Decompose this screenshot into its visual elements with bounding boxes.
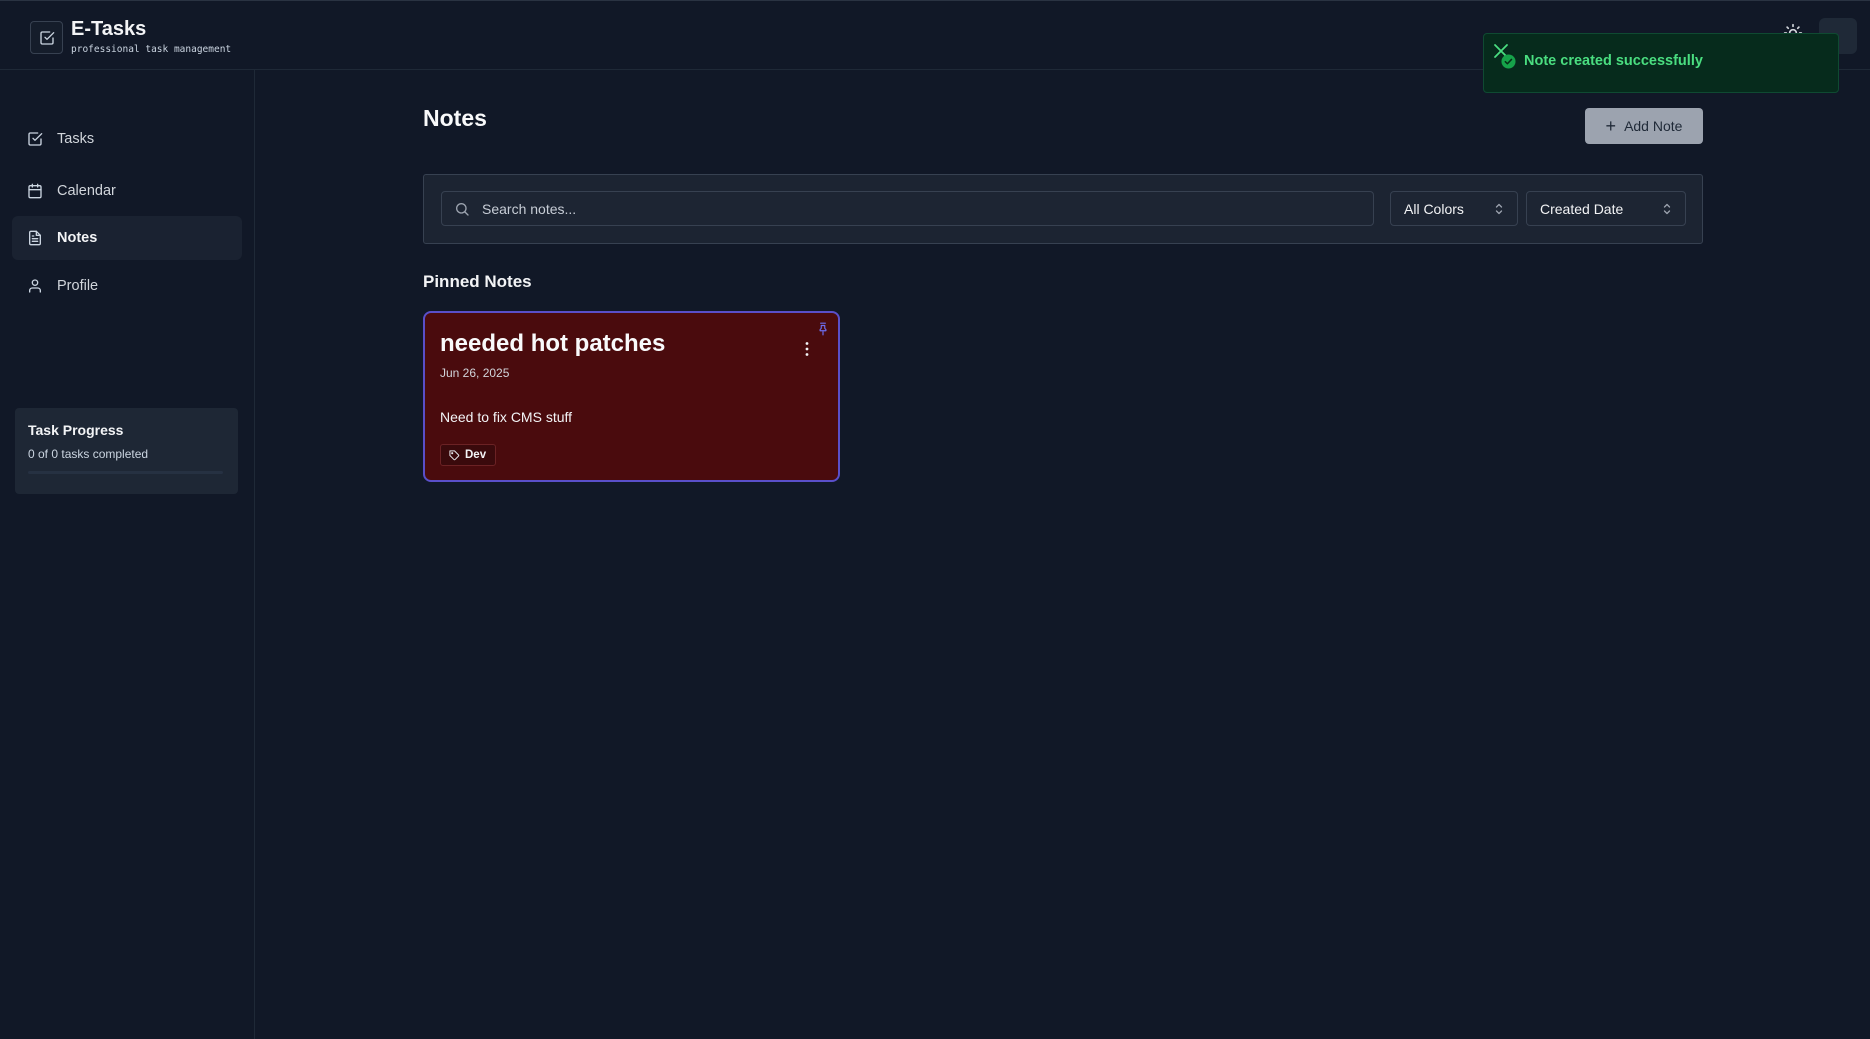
progress-text: 0 of 0 tasks completed (28, 447, 149, 461)
search-icon (456, 203, 469, 216)
add-note-button[interactable]: + Add Note (1585, 108, 1703, 144)
user-icon (29, 279, 41, 293)
file-text-icon (29, 230, 41, 246)
app-title: E-Tasks (71, 18, 147, 40)
task-progress-card: Task Progress 0 of 0 tasks completed (15, 408, 238, 494)
sidebar-item-profile[interactable]: Profile (12, 264, 242, 308)
note-card[interactable]: needed hot patches Jun 26, 2025 Need to … (423, 311, 840, 482)
more-vertical-icon[interactable] (802, 340, 812, 358)
sort-select[interactable]: Created Date (1526, 191, 1686, 226)
success-toast: Note created successfully (1483, 33, 1839, 93)
note-date: Jun 26, 2025 (440, 366, 510, 380)
sidebar-item-label: Tasks (57, 131, 95, 147)
pinned-notes-heading: Pinned Notes (423, 272, 532, 291)
pin-icon[interactable] (816, 321, 830, 337)
note-tag[interactable]: Dev (440, 444, 497, 466)
sidebar: Tasks Calendar Notes Profile Task Progre… (0, 70, 255, 1039)
note-body: Need to fix CMS stuff (440, 409, 573, 425)
sidebar-item-label: Calendar (57, 183, 116, 199)
progress-bar (28, 471, 223, 474)
tag-icon (449, 449, 460, 460)
sidebar-item-notes[interactable]: Notes (12, 216, 242, 260)
search-box (441, 191, 1374, 226)
calendar-icon (28, 183, 42, 199)
sidebar-item-tasks[interactable]: Tasks (12, 117, 242, 161)
app-logo[interactable] (30, 21, 63, 54)
chevron-up-down-icon (1663, 203, 1671, 214)
sidebar-item-calendar[interactable]: Calendar (12, 169, 242, 213)
note-title: needed hot patches (440, 330, 666, 357)
plus-icon: + (1605, 116, 1617, 136)
check-square-icon (39, 30, 54, 45)
color-filter-value: All Colors (1404, 200, 1464, 217)
progress-title: Task Progress (28, 422, 124, 438)
app-subtitle: professional task management (71, 44, 232, 55)
note-tag-label: Dev (465, 449, 487, 461)
color-filter-select[interactable]: All Colors (1390, 191, 1518, 226)
sidebar-item-label: Notes (57, 230, 98, 246)
sort-value: Created Date (1540, 200, 1624, 217)
check-circle-icon (1501, 54, 1516, 69)
search-input[interactable] (482, 192, 1362, 225)
toast-message: Note created successfully (1524, 53, 1703, 69)
page-title: Notes (423, 105, 487, 131)
filter-bar: All Colors Created Date (423, 174, 1703, 244)
add-note-label: Add Note (1624, 118, 1683, 134)
sidebar-item-label: Profile (57, 278, 99, 294)
check-square-icon (28, 132, 43, 146)
chevron-up-down-icon (1495, 203, 1503, 214)
